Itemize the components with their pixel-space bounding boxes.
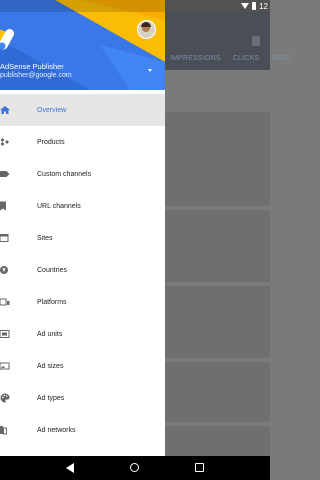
menu-item-label: Overview	[37, 106, 67, 114]
adsense-logo-icon	[0, 28, 14, 50]
palette-icon	[0, 393, 10, 403]
account-dropdown-icon[interactable]	[148, 69, 152, 72]
menu-item-products[interactable]: Products	[0, 126, 165, 158]
avatar-hair	[141, 22, 151, 27]
menu-item-ad-networks[interactable]: Ad networks	[0, 414, 165, 446]
back-icon[interactable]	[66, 463, 74, 473]
menu-item-custom-channels[interactable]: Custom channels	[0, 158, 165, 190]
menu-item-label: Sites	[37, 234, 53, 242]
drawer-menu: Overview Products Custom channels URL ch…	[0, 94, 165, 446]
menu-item-label: Countries	[37, 266, 67, 274]
system-navigation-bar	[0, 456, 270, 480]
menu-item-url-channels[interactable]: URL channels	[0, 190, 165, 222]
wifi-icon	[241, 3, 250, 9]
recents-icon[interactable]	[195, 463, 204, 472]
menu-item-ad-sizes[interactable]: Ad sizes	[0, 350, 165, 382]
navigation-drawer: AdSense Publisher publisher@google.com O…	[0, 0, 165, 456]
menu-item-sites[interactable]: Sites	[0, 222, 165, 254]
menu-item-label: Platforms	[37, 298, 67, 306]
menu-item-label: Ad networks	[37, 426, 76, 434]
network-icon	[0, 426, 7, 435]
account-email: publisher@google.com	[0, 72, 72, 79]
menu-item-label: Custom channels	[37, 170, 92, 178]
status-icons: 12	[241, 0, 268, 12]
menu-item-countries[interactable]: Countries	[0, 254, 165, 286]
avatar[interactable]	[137, 20, 156, 39]
menu-item-label: Ad units	[37, 330, 63, 338]
menu-item-label: Products	[37, 138, 65, 146]
menu-item-label: Ad sizes	[37, 362, 64, 370]
home-icon	[0, 106, 10, 114]
tab-clicks[interactable]: CLICKS	[233, 55, 260, 62]
ad-unit-icon	[0, 330, 10, 338]
globe-icon	[0, 266, 8, 274]
settings-icon[interactable]	[252, 36, 260, 46]
menu-item-ad-units[interactable]: Ad units	[0, 318, 165, 350]
status-time: 12	[259, 1, 268, 11]
home-button-icon[interactable]	[130, 463, 139, 472]
menu-item-ad-types[interactable]: Ad types	[0, 382, 165, 414]
drawer-status-overlay	[0, 0, 165, 12]
menu-item-platforms[interactable]: Platforms	[0, 286, 165, 318]
label-icon	[0, 171, 10, 177]
drawer-header: AdSense Publisher publisher@google.com	[0, 0, 165, 90]
menu-item-overview[interactable]: Overview	[0, 94, 165, 126]
bookmark-icon	[0, 201, 6, 211]
menu-item-label: Ad types	[37, 394, 65, 402]
tab-impressions[interactable]: IMPRESSIONS	[170, 55, 221, 62]
menu-item-label: URL channels	[37, 202, 81, 210]
battery-icon	[252, 2, 257, 10]
tab-page[interactable]: PAGE	[271, 55, 291, 62]
browser-window-icon	[0, 234, 9, 242]
ad-size-icon	[0, 362, 10, 370]
account-name: AdSense Publisher	[0, 62, 64, 71]
devices-icon	[0, 298, 10, 306]
products-icon	[0, 138, 9, 146]
